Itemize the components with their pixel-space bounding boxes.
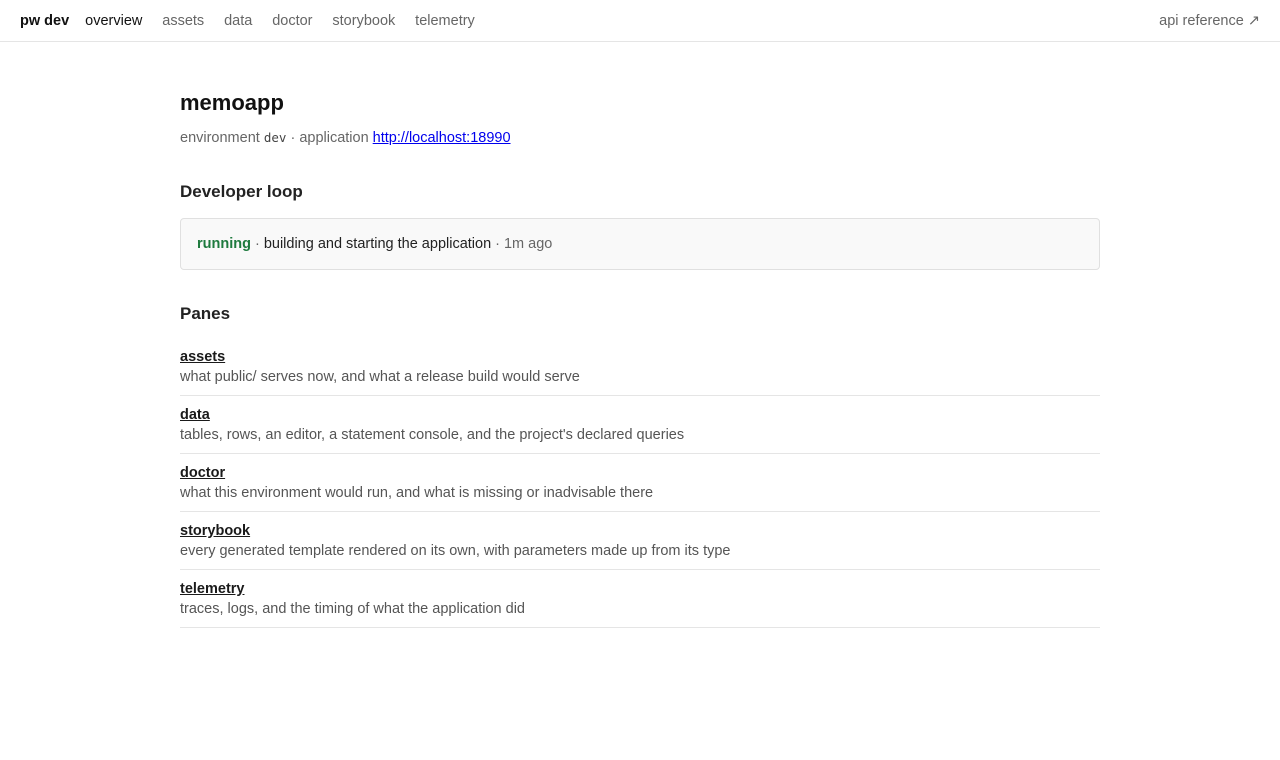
nav-storybook[interactable]: storybook	[332, 13, 395, 29]
loop-separator-1: ·	[254, 236, 260, 252]
pane-link-telemetry[interactable]: telemetry	[180, 581, 244, 597]
application-url-link[interactable]: http://localhost:18990	[373, 130, 511, 146]
pane-link-assets[interactable]: assets	[180, 349, 225, 365]
main-content: memoapp environment dev · application ht…	[180, 42, 1100, 628]
api-reference-link[interactable]: api reference ↗	[1159, 13, 1260, 29]
environment-value: dev	[263, 130, 287, 145]
loop-message: building and starting the application	[263, 236, 492, 252]
nav-telemetry[interactable]: telemetry	[415, 13, 475, 29]
nav-data[interactable]: data	[224, 13, 252, 29]
nav-doctor[interactable]: doctor	[272, 13, 312, 29]
pane-description: what public/ serves now, and what a rele…	[180, 369, 580, 385]
pane-description: what this environment would run, and wha…	[180, 485, 654, 501]
pane-description: tables, rows, an editor, a statement con…	[180, 427, 685, 443]
developer-loop-heading: Developer loop	[180, 182, 303, 201]
pane-item-assets: assets what public/ serves now, and what…	[180, 348, 1100, 396]
nav-overview[interactable]: overview	[85, 13, 142, 29]
environment-label: environment	[180, 130, 260, 146]
panes-heading: Panes	[180, 304, 231, 323]
pane-item-telemetry: telemetry traces, logs, and the timing o…	[180, 580, 1100, 628]
loop-timestamp: 1m ago	[503, 236, 553, 252]
application-label: application	[299, 130, 369, 146]
pane-link-storybook[interactable]: storybook	[180, 523, 250, 539]
pane-item-storybook: storybook every generated template rende…	[180, 522, 1100, 570]
loop-status: running	[197, 236, 251, 252]
pane-description: traces, logs, and the timing of what the…	[180, 601, 525, 617]
top-navigation-bar: pw dev overview assets data doctor story…	[0, 0, 1280, 42]
page-title: memoapp	[180, 90, 284, 115]
developer-loop-status-box: running · building and starting the appl…	[180, 218, 1100, 270]
main-nav: overview assets data doctor storybook te…	[85, 12, 491, 29]
pane-link-doctor[interactable]: doctor	[180, 465, 225, 481]
panes-section: Panes assets what public/ serves now, an…	[180, 304, 1100, 628]
environment-meta: environment dev · application http://loc…	[180, 130, 1100, 146]
pane-description: every generated template rendered on its…	[180, 543, 731, 559]
pane-item-doctor: doctor what this environment would run, …	[180, 464, 1100, 512]
brand-logo-text[interactable]: pw dev	[20, 13, 69, 29]
loop-separator-2: ·	[495, 236, 500, 252]
nav-assets[interactable]: assets	[162, 13, 204, 29]
pane-link-data[interactable]: data	[180, 407, 210, 423]
pane-item-data: data tables, rows, an editor, a statemen…	[180, 406, 1100, 454]
meta-separator: ·	[290, 130, 296, 146]
